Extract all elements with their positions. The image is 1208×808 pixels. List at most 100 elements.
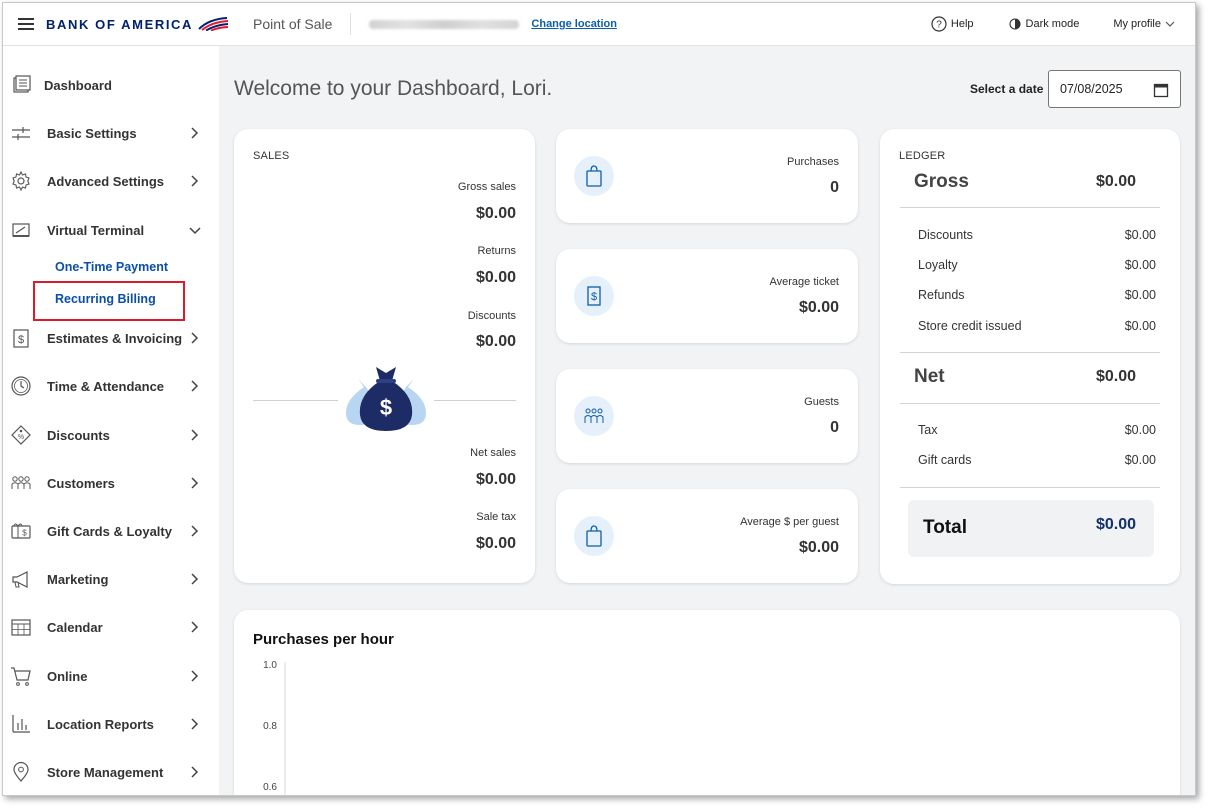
discounts-value: $0.00: [475, 333, 516, 350]
sales-title: SALES: [253, 150, 290, 162]
average-ticket-card: $ Average ticket $0.00: [556, 249, 858, 343]
sale-tax-value: $0.00: [475, 535, 516, 552]
sidebar-item-discounts[interactable]: % Discounts: [3, 419, 219, 451]
brand-logo: BANK OF AMERICA: [46, 17, 229, 32]
ledger-row-label: Tax: [918, 423, 938, 437]
ledger-row-label: Gift cards: [918, 453, 972, 467]
clock-icon: [11, 376, 31, 396]
svg-text:%: %: [18, 434, 24, 441]
profile-menu[interactable]: My profile: [1113, 18, 1179, 30]
divider: [350, 13, 352, 35]
gross-sales-value: $0.00: [475, 205, 516, 222]
ledger-row-value: $0.00: [1124, 423, 1156, 437]
sidebar-item-estimates-invoicing[interactable]: $ Estimates & Invoicing: [3, 322, 219, 354]
sidebar-item-label: Virtual Terminal: [47, 222, 145, 238]
ledger-net-value: $0.00: [1095, 368, 1136, 385]
profile-label: My profile: [1113, 18, 1161, 30]
sidebar-item-location-reports[interactable]: Location Reports: [3, 708, 219, 740]
chevron-right-icon: [191, 477, 199, 489]
change-location-link[interactable]: Change location: [531, 18, 617, 30]
chevron-right-icon: [191, 718, 199, 730]
sidebar-item-label: Dashboard: [44, 77, 112, 93]
dark-mode-label: Dark mode: [1025, 18, 1080, 30]
top-bar: BANK OF AMERICA Point of Sale Change loc…: [3, 3, 1195, 46]
help-icon: ?: [931, 16, 947, 32]
ledger-row-label: Loyalty: [918, 258, 958, 272]
stat-icon-circle: $: [574, 276, 614, 316]
shopping-bag-icon: [586, 165, 602, 187]
purchases-per-hour-card: Purchases per hour 1.0 0.8 0.6: [234, 610, 1180, 795]
ledger-row: Gift cards $0.00: [918, 453, 1156, 467]
sidebar-subitem-one-time-payment[interactable]: One-Time Payment: [55, 260, 168, 274]
sidebar-item-time-attendance[interactable]: Time & Attendance: [3, 370, 219, 402]
people-icon: [11, 476, 31, 489]
sidebar-item-label: Advanced Settings: [47, 173, 165, 189]
sidebar-item-dashboard[interactable]: Dashboard: [3, 69, 219, 101]
sidebar-item-calendar[interactable]: Calendar: [3, 611, 219, 643]
ledger-divider: [900, 487, 1160, 488]
ledger-row-value: $0.00: [1124, 228, 1156, 242]
svg-text:$: $: [591, 291, 597, 303]
sidebar-item-store-management[interactable]: Store Management: [3, 756, 219, 788]
money-bag-icon: $: [338, 367, 434, 431]
sidebar-item-online[interactable]: Online: [3, 660, 219, 692]
terminal-icon: [12, 223, 30, 237]
net-sales-value: $0.00: [475, 471, 516, 488]
ledger-row-label: Refunds: [918, 288, 965, 302]
shopping-bag-icon: [586, 525, 602, 547]
ledger-row: Refunds $0.00: [918, 288, 1156, 302]
app-window: BANK OF AMERICA Point of Sale Change loc…: [2, 2, 1196, 796]
net-sales-label: Net sales: [470, 447, 516, 459]
app-name: Point of Sale: [253, 16, 333, 32]
chevron-right-icon: [191, 573, 199, 585]
ledger-gross-value: $0.00: [1095, 173, 1136, 190]
date-picker-input[interactable]: 07/08/2025: [1048, 70, 1181, 108]
chart-plot: 1.0 0.8 0.6: [263, 660, 286, 795]
ledger-row-value: $0.00: [1124, 453, 1156, 467]
sidebar-item-virtual-terminal[interactable]: Virtual Terminal: [3, 214, 219, 246]
help-button[interactable]: ? Help: [931, 16, 974, 32]
svg-text:$: $: [380, 395, 392, 420]
ledger-divider: [900, 207, 1160, 208]
ledger-row: Store credit issued $0.00: [918, 319, 1156, 333]
chevron-right-icon: [191, 766, 199, 778]
guests-card: Guests 0: [556, 369, 858, 463]
y-tick-label: 1.0: [263, 660, 277, 671]
calendar-icon[interactable]: [1153, 82, 1169, 98]
ledger-total-box: Total $0.00: [908, 500, 1154, 557]
sidebar-item-basic-settings[interactable]: Basic Settings: [3, 117, 219, 149]
sidebar-item-label: Location Reports: [47, 716, 154, 732]
sidebar: Dashboard Basic Settings Advanced Settin…: [3, 46, 219, 795]
sidebar-item-label: Time & Attendance: [47, 378, 165, 394]
sidebar-item-label: Calendar: [47, 619, 103, 635]
svg-text:$: $: [18, 334, 24, 346]
help-label: Help: [950, 18, 974, 30]
chevron-right-icon: [191, 670, 199, 682]
gift-card-icon: $: [11, 523, 31, 539]
sidebar-item-marketing[interactable]: Marketing: [3, 563, 219, 595]
ledger-total-value: $0.00: [1095, 516, 1136, 533]
chevron-right-icon: [191, 127, 199, 139]
bar-chart-icon: [12, 715, 30, 733]
chevron-down-icon: [1165, 21, 1175, 27]
sale-tax-label: Sale tax: [476, 511, 516, 523]
chevron-right-icon: [191, 621, 199, 633]
purchases-label: Purchases: [787, 156, 839, 168]
ledger-row: Discounts $0.00: [918, 228, 1156, 242]
flag-logo-icon: [198, 17, 229, 31]
menu-icon[interactable]: [18, 15, 34, 33]
invoice-icon: $: [13, 329, 29, 348]
date-value: 07/08/2025: [1060, 82, 1123, 96]
location-pin-icon: [13, 761, 29, 782]
purchases-card: Purchases 0: [556, 129, 858, 223]
ledger-row: Tax $0.00: [918, 423, 1156, 437]
average-ticket-label: Average ticket: [769, 276, 839, 288]
dark-mode-toggle[interactable]: Dark mode: [1008, 17, 1080, 31]
gross-sales-label: Gross sales: [457, 181, 516, 193]
date-label: Select a date: [970, 82, 1044, 96]
stat-icon-circle: [574, 396, 614, 436]
guests-icon: [584, 408, 604, 423]
sidebar-item-advanced-settings[interactable]: Advanced Settings: [3, 165, 219, 197]
sidebar-item-gift-cards-loyalty[interactable]: $ Gift Cards & Loyalty: [3, 515, 219, 547]
sidebar-item-customers[interactable]: Customers: [3, 467, 219, 499]
